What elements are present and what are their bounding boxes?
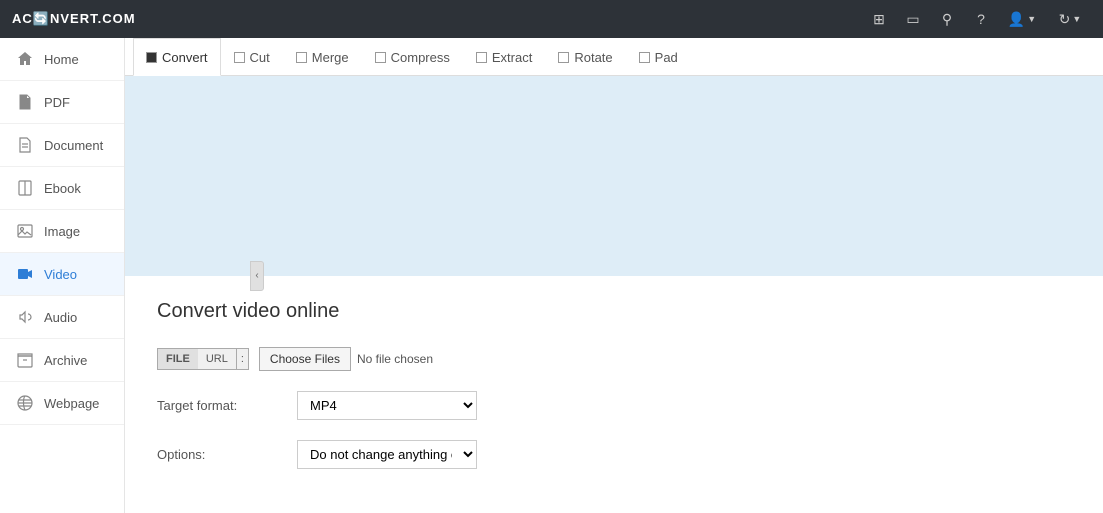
tab-checkbox-pad [639, 52, 650, 63]
mobile-icon: ▭ [906, 11, 919, 28]
home-icon [16, 50, 34, 68]
target-format-label: Target format: [157, 398, 297, 413]
tab-checkbox-compress [375, 52, 386, 63]
sidebar-item-ebook[interactable]: Ebook [0, 167, 124, 210]
navbar: AC🔄NVERT.COM ⊞ ▭ ⚲ ? 👤 ▼ ↻ ▼ [0, 0, 1103, 38]
user-icon: 👤 [1008, 11, 1025, 28]
sidebar-item-home[interactable]: Home [0, 38, 124, 81]
image-icon [16, 222, 34, 240]
tab-compress[interactable]: Compress [362, 38, 463, 76]
chevron-left-icon: ‹ [255, 270, 258, 281]
tab-convert[interactable]: Convert [133, 38, 221, 76]
tab-rotate[interactable]: Rotate [545, 38, 625, 76]
sidebar-item-document[interactable]: Document [0, 124, 124, 167]
sidebar: Home PDF PDF Document Ebook Image [0, 38, 125, 513]
file-tab-button[interactable]: FILE [157, 348, 198, 370]
webpage-icon [16, 394, 34, 412]
brand-logo: AC🔄NVERT.COM [12, 11, 136, 27]
tab-checkbox-rotate [558, 52, 569, 63]
colon-separator: : [237, 348, 249, 370]
main-content: Convert video online FILE URL : Choose F… [125, 276, 1103, 513]
banner-area [125, 76, 1103, 276]
chevron-down-icon-refresh: ▼ [1072, 14, 1081, 24]
options-label: Options: [157, 447, 297, 462]
tab-merge[interactable]: Merge [283, 38, 362, 76]
sidebar-label-home: Home [44, 52, 79, 67]
sidebar-label-archive: Archive [44, 353, 87, 368]
brand-text: AC🔄NVERT.COM [12, 11, 136, 26]
help-icon-button[interactable]: ? [967, 5, 995, 33]
sidebar-item-webpage[interactable]: Webpage [0, 382, 124, 425]
tab-cut[interactable]: Cut [221, 38, 283, 76]
sidebar-label-pdf: PDF [44, 95, 70, 110]
tab-label-convert: Convert [162, 50, 208, 65]
main-layout: Home PDF PDF Document Ebook Image [0, 38, 1103, 513]
file-input-group: FILE URL : Choose Files No file chosen [157, 347, 433, 371]
sidebar-item-archive[interactable]: Archive [0, 339, 124, 382]
tab-label-pad: Pad [655, 50, 678, 65]
options-select[interactable]: Do not change anything else Change video… [297, 440, 477, 469]
user-icon-button[interactable]: 👤 ▼ [1001, 5, 1043, 33]
search-icon-button[interactable]: ⚲ [933, 5, 961, 33]
search-icon: ⚲ [942, 11, 952, 28]
tab-extract[interactable]: Extract [463, 38, 545, 76]
tab-checkbox-convert [146, 52, 157, 63]
navbar-icon-group: ⊞ ▭ ⚲ ? 👤 ▼ ↻ ▼ [865, 5, 1091, 33]
no-file-label: No file chosen [357, 352, 433, 366]
refresh-icon-button[interactable]: ↻ ▼ [1049, 5, 1091, 33]
help-icon: ? [977, 11, 985, 27]
tab-label-cut: Cut [250, 50, 270, 65]
file-input-row: FILE URL : Choose Files No file chosen [157, 347, 1071, 371]
archive-icon [16, 351, 34, 369]
sidebar-label-audio: Audio [44, 310, 77, 325]
sidebar-item-video[interactable]: Video [0, 253, 124, 296]
url-tab-button[interactable]: URL [198, 348, 237, 370]
sidebar-item-pdf[interactable]: PDF PDF [0, 81, 124, 124]
tab-label-extract: Extract [492, 50, 532, 65]
target-format-row: Target format: MP4 AVI MOV MKV WMV FLV W… [157, 391, 1071, 420]
target-format-select[interactable]: MP4 AVI MOV MKV WMV FLV WebM GIF [297, 391, 477, 420]
content-area: ‹ Convert Cut Merge Compress Extract [125, 38, 1103, 513]
sidebar-item-audio[interactable]: Audio [0, 296, 124, 339]
tab-pad[interactable]: Pad [626, 38, 691, 76]
audio-icon [16, 308, 34, 326]
sidebar-label-ebook: Ebook [44, 181, 81, 196]
sidebar-label-document: Document [44, 138, 103, 153]
video-icon [16, 265, 34, 283]
grid-icon: ⊞ [873, 11, 885, 28]
refresh-icon: ↻ [1059, 11, 1071, 28]
tab-label-compress: Compress [391, 50, 450, 65]
svg-text:PDF: PDF [21, 101, 30, 106]
options-row: Options: Do not change anything else Cha… [157, 440, 1071, 469]
tab-label-rotate: Rotate [574, 50, 612, 65]
sidebar-label-image: Image [44, 224, 80, 239]
choose-files-button[interactable]: Choose Files [259, 347, 351, 371]
mobile-icon-button[interactable]: ▭ [899, 5, 927, 33]
tab-checkbox-extract [476, 52, 487, 63]
grid-icon-button[interactable]: ⊞ [865, 5, 893, 33]
sidebar-collapse-handle[interactable]: ‹ [250, 261, 264, 291]
pdf-icon: PDF [16, 93, 34, 111]
chevron-down-icon: ▼ [1027, 14, 1036, 24]
tabs-bar: Convert Cut Merge Compress Extract Rotat… [125, 38, 1103, 76]
sidebar-label-video: Video [44, 267, 77, 282]
tab-checkbox-cut [234, 52, 245, 63]
sidebar-item-image[interactable]: Image [0, 210, 124, 253]
tab-checkbox-merge [296, 52, 307, 63]
document-icon [16, 136, 34, 154]
ebook-icon [16, 179, 34, 197]
sidebar-label-webpage: Webpage [44, 396, 99, 411]
page-title: Convert video online [157, 300, 1071, 323]
tab-label-merge: Merge [312, 50, 349, 65]
